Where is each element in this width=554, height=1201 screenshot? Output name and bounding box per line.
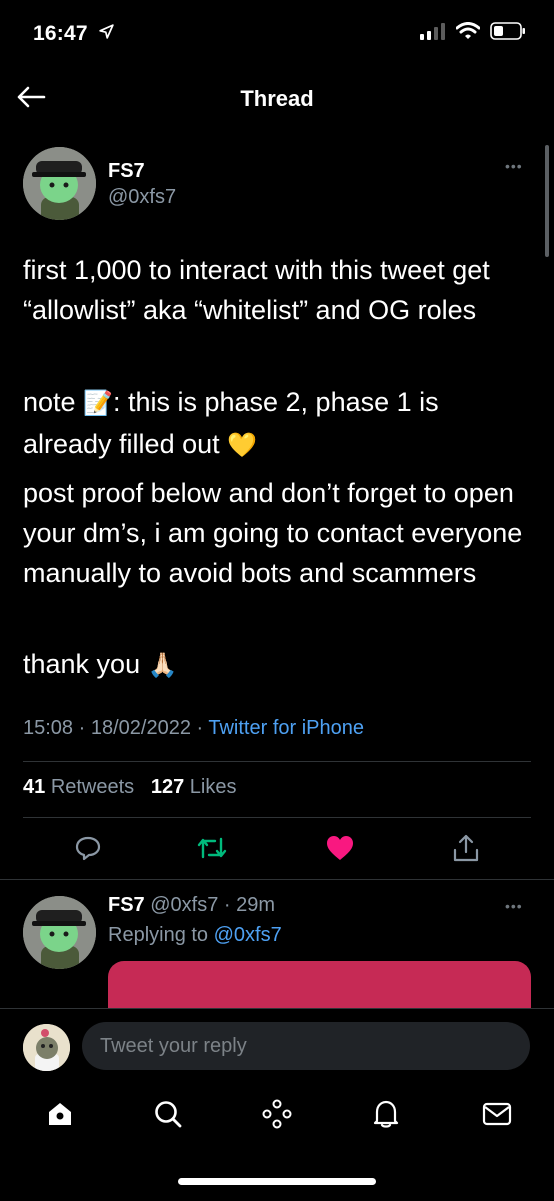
tab-home[interactable] (37, 1093, 83, 1139)
author-handle[interactable]: @0xfs7 (108, 186, 176, 209)
tab-notifications[interactable] (363, 1093, 409, 1139)
reply-input[interactable]: Tweet your reply (82, 1022, 530, 1070)
retweets-label[interactable]: Retweets (51, 776, 134, 798)
tab-messages[interactable] (474, 1093, 520, 1139)
retweet-button[interactable] (192, 830, 232, 870)
author-name[interactable]: FS7 (108, 160, 145, 183)
page-title: Thread (240, 86, 314, 111)
reply-more-options-icon[interactable]: ••• (505, 898, 523, 914)
retweet-count[interactable]: 41 (23, 776, 45, 798)
wifi-icon (455, 22, 481, 45)
bell-icon (372, 1099, 400, 1134)
heart-icon (325, 834, 355, 867)
comment-icon (74, 834, 102, 867)
home-icon (46, 1100, 74, 1133)
replying-to-prefix: Replying to (108, 924, 214, 946)
replying-to-link[interactable]: @0xfs7 (214, 924, 282, 946)
tweet-stats: 41 Retweets 127 Likes (23, 776, 237, 799)
more-options-icon[interactable]: ••• (505, 158, 523, 174)
memo-emoji-icon: 📝 (83, 390, 113, 417)
tweet-text-paragraph-3: post proof below and don’t forget to ope… (23, 478, 523, 588)
tab-spaces[interactable] (254, 1093, 300, 1139)
envelope-icon (482, 1101, 512, 1132)
tweet-meta: 15:08 · 18/02/2022 · Twitter for iPhone (23, 717, 364, 739)
tweet-text-paragraph-1: first 1,000 to interact with this tweet … (23, 255, 490, 325)
divider (0, 879, 554, 880)
location-arrow-icon (98, 22, 115, 46)
spaces-icon (261, 1099, 293, 1134)
cellular-signal-icon (420, 22, 446, 45)
reply-avatar[interactable] (23, 896, 96, 969)
like-button[interactable] (320, 830, 360, 870)
reply-author-name[interactable]: FS7 (108, 894, 145, 916)
reply-author-handle[interactable]: @0xfs7 (150, 894, 218, 916)
reply-button[interactable] (68, 830, 108, 870)
tab-search[interactable] (145, 1093, 191, 1139)
avatar[interactable] (23, 147, 96, 220)
status-icons (420, 22, 526, 45)
folded-hands-emoji-icon: 🙏🏻 (147, 652, 178, 679)
tweet-text-paragraph-2-start: note (23, 387, 84, 417)
search-icon (153, 1099, 183, 1134)
tweet-time: 15:08 (23, 717, 74, 739)
divider (23, 761, 531, 762)
status-time-text: 16:47 (33, 22, 88, 45)
tweet-date: 18/02/2022 (90, 717, 191, 739)
share-button[interactable] (446, 830, 486, 870)
reply-header: FS7 @0xfs7 · 29m (108, 894, 276, 916)
current-user-avatar[interactable] (23, 1024, 70, 1071)
scrollbar[interactable] (545, 145, 549, 257)
tweet-text-paragraph-4-text: thank you (23, 649, 141, 679)
tweet-text-paragraph-4: thank you 🙏🏻 (23, 644, 533, 686)
battery-icon (490, 22, 526, 45)
reply-time-ago: 29m (236, 894, 276, 916)
retweet-icon (197, 835, 227, 866)
replying-to: Replying to @0xfs7 (108, 924, 282, 947)
home-indicator[interactable] (178, 1178, 376, 1185)
yellow-heart-emoji-icon: 💛 (227, 432, 258, 459)
status-time: 16:47 (33, 22, 115, 46)
divider (23, 817, 531, 818)
likes-label[interactable]: Likes (190, 776, 237, 798)
tweet-source-link[interactable]: Twitter for iPhone (208, 717, 364, 739)
like-count[interactable]: 127 (151, 776, 184, 798)
share-icon (452, 833, 480, 868)
tweet-text-paragraph-2: note 📝: this is phase 2, phase 1 is alre… (23, 382, 533, 466)
